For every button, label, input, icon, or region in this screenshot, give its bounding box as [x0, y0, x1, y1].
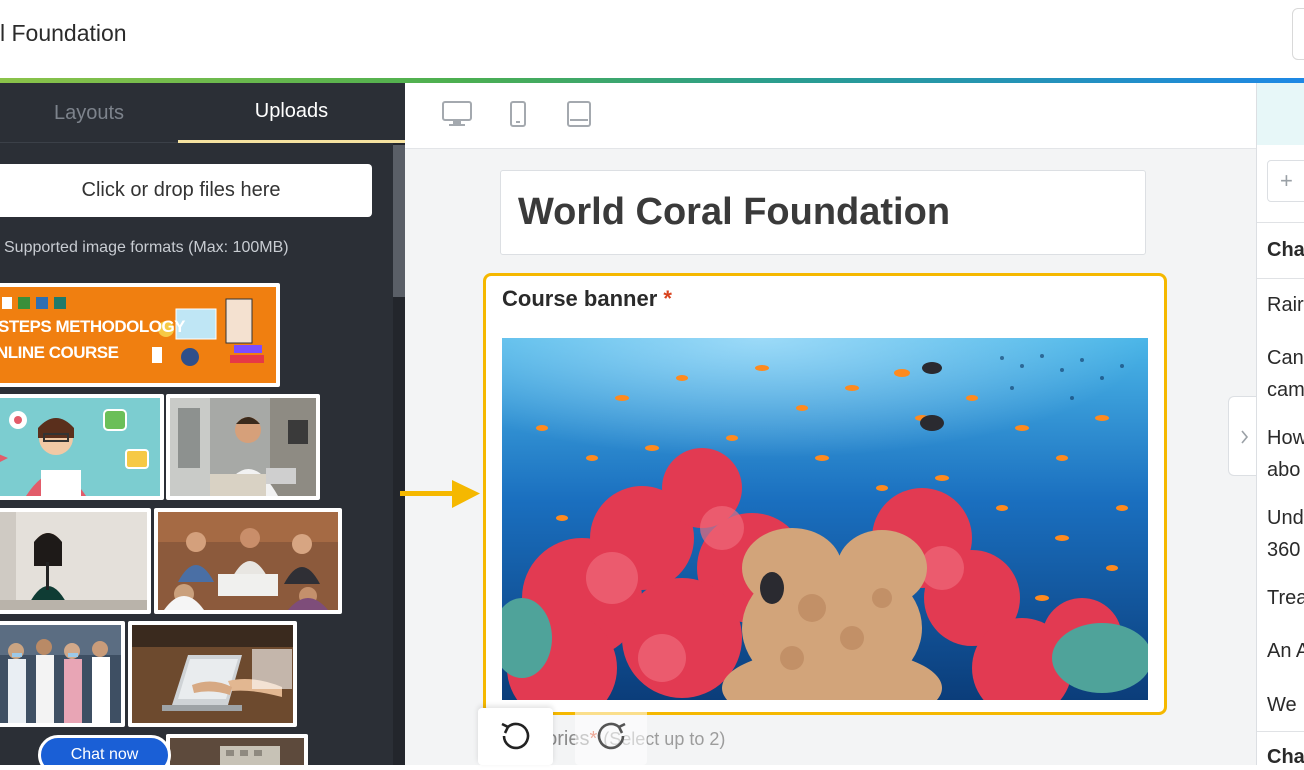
header-action-button[interactable] [1292, 8, 1304, 60]
upload-thumbnail-steps-methodology[interactable]: STEPS METHODOLOGY NLINE COURSE [0, 283, 280, 387]
tablet-icon[interactable] [566, 100, 592, 133]
man-on-phone-photo [170, 398, 316, 496]
upload-thumbnail-woman-presenting[interactable] [0, 508, 151, 614]
page-title-card[interactable]: World Coral Foundation [500, 170, 1146, 255]
list-item[interactable]: An A [1267, 635, 1304, 667]
panel-tabs: Layouts Uploads [0, 83, 405, 143]
laptop-handshake-photo [132, 625, 293, 723]
medical-team-photo [0, 625, 121, 723]
right-panel: + Cha Rair Can cam How abo Und 360 Trea … [1256, 83, 1304, 765]
course-banner-field[interactable]: Course banner * [483, 273, 1167, 715]
course-banner-image[interactable] [502, 338, 1148, 700]
top-bar: l Foundation [0, 0, 1304, 80]
tab-layouts[interactable]: Layouts [0, 83, 178, 143]
upload-thumbnail-support-agent[interactable] [0, 394, 164, 500]
upload-thumbnail-man-on-phone[interactable] [166, 394, 320, 500]
team-meeting-photo [158, 512, 338, 610]
list-item-line-2[interactable]: cam [1267, 374, 1304, 406]
add-button[interactable]: + [1267, 160, 1304, 202]
undo-icon [501, 722, 530, 750]
upload-thumbnail-team-meeting[interactable] [154, 508, 342, 614]
app-title: l Foundation [0, 20, 127, 46]
coral-reef-image [502, 338, 1148, 700]
divider [1257, 278, 1304, 279]
tab-uploads[interactable]: Uploads [178, 83, 405, 143]
desktop-icon[interactable] [441, 100, 473, 133]
thumbnail-text-line-1: STEPS METHODOLOGY [0, 317, 186, 336]
course-banner-label-text: Course banner [502, 286, 658, 311]
file-dropzone[interactable]: Click or drop files here [0, 164, 372, 217]
uploads-panel: Layouts Uploads Click or drop files here… [0, 83, 405, 765]
panel-scrollbar-thumb[interactable] [393, 145, 405, 297]
arrow-right-icon [400, 480, 480, 508]
list-item[interactable]: Und [1267, 502, 1304, 534]
list-item-line-2[interactable]: 360 [1267, 534, 1300, 566]
redo-button[interactable] [575, 708, 647, 765]
chat-now-button[interactable]: Chat now [38, 735, 171, 765]
mobile-icon[interactable] [508, 100, 528, 133]
page-title: World Coral Foundation [518, 191, 951, 233]
editor-canvas: World Coral Foundation Course banner * g… [400, 83, 1256, 765]
collapse-panel-toggle[interactable] [1228, 396, 1256, 476]
list-item[interactable]: Can [1267, 342, 1304, 374]
upload-thumbnail-medical-team[interactable] [0, 621, 125, 727]
upload-thumbnail-partial[interactable] [166, 734, 308, 765]
divider [1257, 731, 1304, 732]
section-heading: Cha [1267, 239, 1304, 261]
redo-icon [597, 722, 626, 750]
chevron-right-icon [1241, 430, 1249, 444]
supported-formats-note: Supported image formats (Max: 100MB) [4, 239, 289, 256]
section-heading: Cha [1267, 746, 1304, 765]
list-item[interactable]: We [1267, 689, 1297, 721]
right-panel-header [1257, 83, 1304, 145]
partial-photo [170, 738, 304, 765]
device-preview-bar [405, 83, 1256, 149]
list-item[interactable]: How [1267, 422, 1304, 454]
thumbnail-text-line-2: NLINE COURSE [0, 343, 119, 362]
undo-button[interactable] [478, 708, 553, 765]
list-item[interactable]: Trea [1267, 582, 1304, 614]
required-mark: * [663, 286, 672, 311]
list-item[interactable]: Rair [1267, 289, 1304, 321]
woman-presenting-photo [0, 512, 147, 610]
support-illustration [0, 398, 160, 496]
list-item-line-2[interactable]: abo [1267, 454, 1300, 486]
divider [1257, 222, 1304, 223]
course-banner-label: Course banner * [502, 286, 672, 312]
upload-thumbnail-laptop-handshake[interactable] [128, 621, 297, 727]
